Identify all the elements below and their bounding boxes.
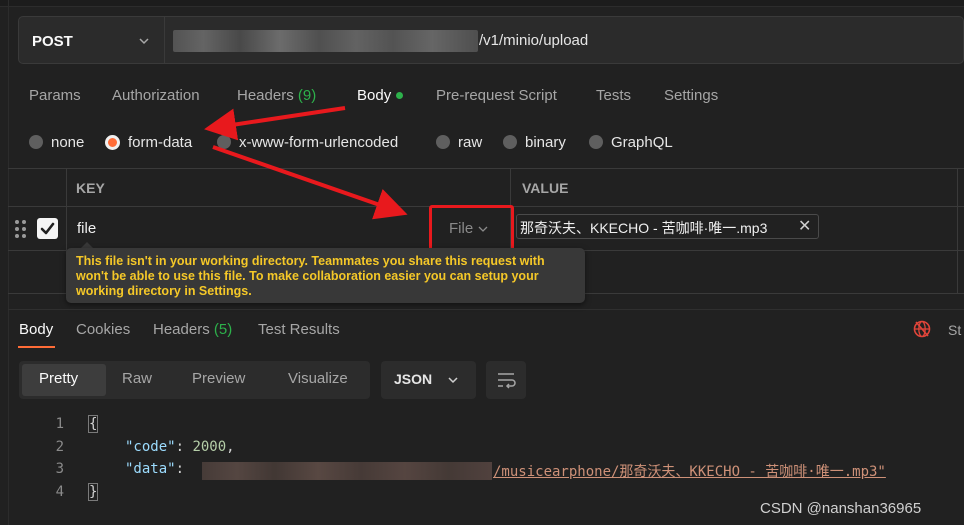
- active-tab-underline: [18, 346, 55, 348]
- response-tab-headers[interactable]: Headers (5): [153, 321, 232, 338]
- json-key-data: "data": [125, 461, 176, 477]
- view-preview-button[interactable]: Preview: [192, 370, 245, 387]
- code-line-data: "data":: [125, 461, 185, 477]
- format-select-label: JSON: [394, 371, 433, 387]
- response-tab-headers-label: Headers: [153, 321, 210, 338]
- globe-icon[interactable]: [913, 320, 931, 338]
- watermark: CSDN @nanshan36965: [760, 500, 922, 517]
- view-pretty-button[interactable]: Pretty: [39, 370, 78, 387]
- annotation-arrow-file: [212, 145, 408, 220]
- wrap-lines-button[interactable]: [486, 361, 526, 399]
- response-tab-headers-count: (5): [213, 321, 233, 338]
- response-tab-cookies[interactable]: Cookies: [76, 321, 130, 338]
- code-open-brace: {: [88, 415, 99, 433]
- response-tab-test-results[interactable]: Test Results: [258, 321, 340, 338]
- json-key-code: "code": [125, 439, 176, 455]
- response-status-label: St: [948, 322, 962, 338]
- line-number: 3: [55, 461, 64, 477]
- line-number: 1: [55, 416, 64, 432]
- chevron-down-icon: [448, 377, 458, 384]
- json-value-data[interactable]: /musicearphone/那奇沃夫、KKECHO - 苦咖啡·唯一.mp3": [493, 461, 886, 481]
- annotation-arrow-form-data: [204, 106, 346, 141]
- data-value-redacted: [202, 462, 492, 480]
- code-close-brace: }: [88, 483, 99, 501]
- response-separator: [8, 309, 964, 310]
- line-number: 4: [55, 484, 64, 500]
- view-raw-button[interactable]: Raw: [122, 370, 152, 387]
- json-value-code: 2000: [192, 439, 227, 455]
- code-line-code: "code": 2000,: [125, 439, 235, 455]
- view-visualize-button[interactable]: Visualize: [288, 370, 348, 387]
- response-tab-body[interactable]: Body: [19, 321, 53, 338]
- wrap-lines-icon: [498, 373, 516, 389]
- line-number: 2: [55, 439, 64, 455]
